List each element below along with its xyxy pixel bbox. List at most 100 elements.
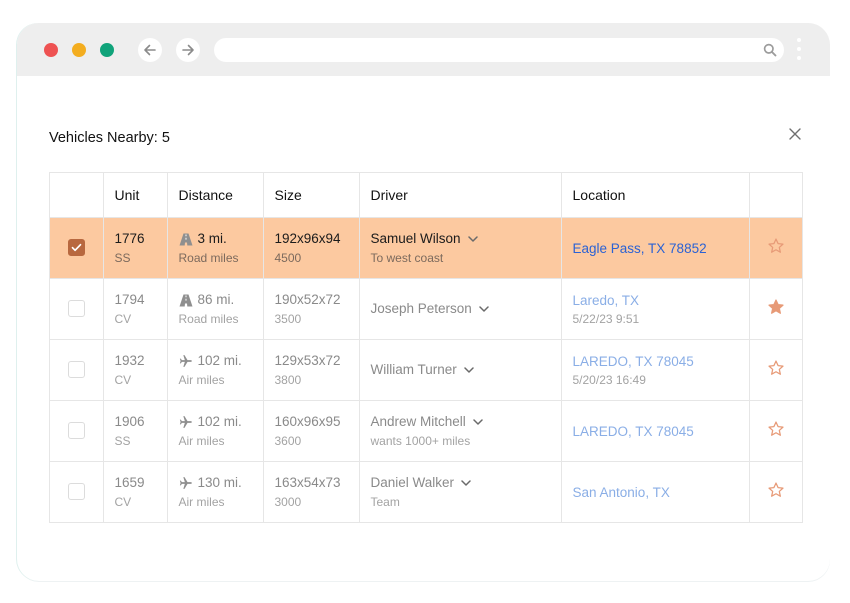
chevron-down-icon[interactable] xyxy=(461,479,471,487)
table-row[interactable]: 1659 CV 130 mi. Air miles 163x54x73 3000 Danie… xyxy=(50,461,802,523)
row-checkbox[interactable] xyxy=(67,422,85,440)
row-select-cell xyxy=(50,339,104,401)
size-value: 190x52x72 xyxy=(274,292,341,307)
address-bar[interactable] xyxy=(214,38,784,62)
weight-value: 3800 xyxy=(274,373,302,387)
header-location[interactable]: Location xyxy=(561,173,750,218)
close-icon[interactable] xyxy=(787,126,803,142)
favorite-cell xyxy=(749,339,802,401)
table-row[interactable]: 1776 SS 3 mi. Road miles 192x96x94 4500 Samuel… xyxy=(50,217,802,279)
favorite-cell xyxy=(749,278,802,340)
location-time: 5/20/23 16:49 xyxy=(572,372,646,387)
distance-cell: 86 mi. Road miles xyxy=(167,278,264,340)
browser-window: Vehicles Nearby: 5 Unit Distance Size Dr… xyxy=(17,23,830,581)
driver-note: Team xyxy=(370,495,400,509)
driver-cell: Andrew Mitchell wants 1000+ miles xyxy=(359,400,562,462)
driver-name[interactable]: Joseph Peterson xyxy=(371,301,472,317)
weight-value: 3500 xyxy=(274,312,302,326)
location-link[interactable]: San Antonio, TX xyxy=(573,485,749,500)
row-checkbox[interactable] xyxy=(67,483,85,501)
location-cell: LAREDO, TX 78045 5/20/23 16:49 xyxy=(561,339,750,401)
row-checkbox[interactable] xyxy=(67,300,85,318)
row-select-cell xyxy=(50,217,104,279)
table-row[interactable]: 1932 CV 102 mi. Air miles 129x53x72 3800 Willi… xyxy=(50,339,802,401)
unit-number: 1659 xyxy=(114,475,145,490)
plane-icon xyxy=(179,416,192,428)
location-link[interactable]: LAREDO, TX 78045 xyxy=(573,354,749,369)
forward-button[interactable] xyxy=(176,38,200,62)
chevron-down-icon[interactable] xyxy=(473,418,483,426)
table-header-row: Unit Distance Size Driver Location xyxy=(50,173,802,218)
size-value: 129x53x72 xyxy=(274,353,341,368)
browser-titlebar xyxy=(17,23,830,76)
distance-cell: 102 mi. Air miles xyxy=(167,339,264,401)
driver-cell: Samuel Wilson To west coast xyxy=(359,217,562,279)
minimize-window-button[interactable] xyxy=(72,43,86,57)
driver-note: wants 1000+ miles xyxy=(370,434,471,448)
favorite-cell xyxy=(749,462,802,523)
driver-cell: William Turner xyxy=(359,339,562,401)
distance-cell: 102 mi. Air miles xyxy=(167,400,264,462)
plane-icon xyxy=(179,355,192,367)
kebab-menu-icon[interactable] xyxy=(797,38,801,64)
unit-type: CV xyxy=(114,373,132,387)
unit-cell: 1776 SS xyxy=(103,217,168,279)
distance-value: 86 mi. xyxy=(197,292,235,307)
distance-cell: 130 mi. Air miles xyxy=(167,461,264,522)
header-distance[interactable]: Distance xyxy=(167,173,264,218)
size-cell: 192x96x94 4500 xyxy=(263,217,360,279)
unit-type: SS xyxy=(114,434,131,448)
chevron-down-icon[interactable] xyxy=(479,305,489,313)
location-link[interactable]: Laredo, TX xyxy=(573,293,749,308)
distance-value: 102 mi. xyxy=(197,353,242,368)
star-icon xyxy=(768,298,784,314)
unit-cell: 1659 CV xyxy=(103,461,168,522)
back-button[interactable] xyxy=(138,38,162,62)
header-driver[interactable]: Driver xyxy=(359,173,562,218)
favorite-button[interactable] xyxy=(767,481,785,504)
table-row[interactable]: 1794 CV 86 mi. Road miles 190x52x72 3500 Josep… xyxy=(50,278,802,340)
chevron-down-icon[interactable] xyxy=(467,235,478,243)
unit-number: 1794 xyxy=(114,292,145,307)
search-icon[interactable] xyxy=(763,43,777,57)
row-checkbox[interactable] xyxy=(67,361,85,379)
header-size[interactable]: Size xyxy=(263,173,360,218)
location-link[interactable]: LAREDO, TX 78045 xyxy=(573,424,749,439)
checkmark-icon xyxy=(71,244,82,252)
chevron-down-icon[interactable] xyxy=(464,366,474,374)
driver-name[interactable]: Samuel Wilson xyxy=(371,231,461,247)
driver-name[interactable]: Andrew Mitchell xyxy=(371,414,466,430)
location-time: 5/22/23 9:51 xyxy=(572,311,640,326)
unit-number: 1906 xyxy=(114,414,145,429)
size-cell: 160x96x95 3600 xyxy=(263,400,360,462)
favorite-button[interactable] xyxy=(767,420,785,443)
size-value: 163x54x73 xyxy=(274,475,341,490)
table-row[interactable]: 1906 SS 102 mi. Air miles 160x96x95 3600 Andre… xyxy=(50,400,802,462)
driver-name[interactable]: Daniel Walker xyxy=(371,475,455,491)
size-cell: 163x54x73 3000 xyxy=(263,461,360,522)
row-checkbox[interactable] xyxy=(67,239,85,257)
distance-type: Road miles xyxy=(178,312,239,326)
plane-icon xyxy=(179,477,192,489)
driver-note: To west coast xyxy=(370,251,444,265)
road-icon xyxy=(179,233,192,245)
location-link[interactable]: Eagle Pass, TX 78852 xyxy=(573,241,749,256)
close-window-button[interactable] xyxy=(44,43,58,57)
star-icon xyxy=(768,359,784,375)
size-value: 160x96x95 xyxy=(274,414,341,429)
unit-cell: 1932 CV xyxy=(103,339,168,401)
star-icon xyxy=(768,237,784,253)
driver-cell: Joseph Peterson xyxy=(359,278,562,340)
size-cell: 129x53x72 3800 xyxy=(263,339,360,401)
location-cell: LAREDO, TX 78045 xyxy=(561,400,750,462)
favorite-button[interactable] xyxy=(767,359,785,382)
zoom-window-button[interactable] xyxy=(100,43,114,57)
favorite-button[interactable] xyxy=(767,298,785,321)
unit-number: 1932 xyxy=(114,353,145,368)
location-cell: Laredo, TX 5/22/23 9:51 xyxy=(561,278,750,340)
driver-name[interactable]: William Turner xyxy=(371,362,457,378)
location-cell: San Antonio, TX xyxy=(561,461,750,522)
header-unit[interactable]: Unit xyxy=(103,173,168,218)
favorite-button[interactable] xyxy=(767,237,785,260)
location-cell: Eagle Pass, TX 78852 xyxy=(561,217,750,279)
